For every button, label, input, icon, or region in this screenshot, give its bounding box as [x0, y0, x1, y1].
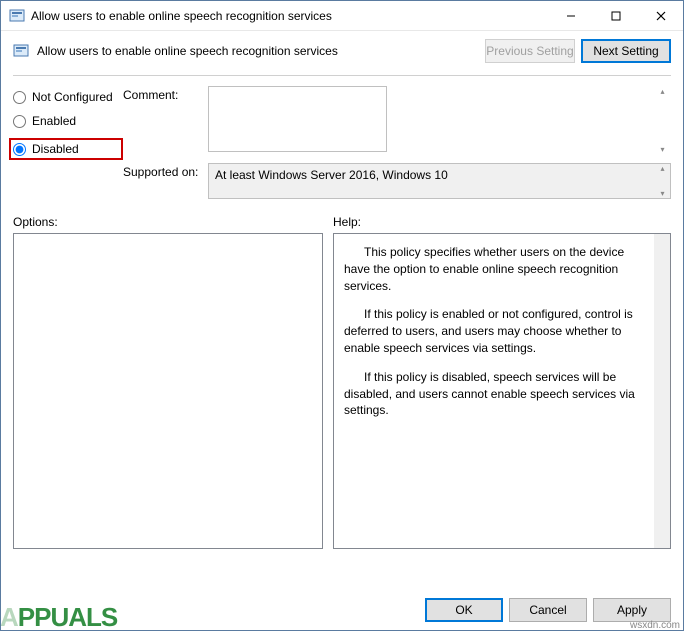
config-area: Not Configured Enabled Disabled Comment:… [1, 80, 683, 213]
ok-button[interactable]: OK [425, 598, 503, 622]
header-row: Allow users to enable online speech reco… [1, 31, 683, 75]
scroll-up-icon[interactable]: ▴ [655, 87, 670, 96]
previous-setting-button[interactable]: Previous Setting [485, 39, 575, 63]
help-paragraph-3: If this policy is disabled, speech servi… [344, 369, 642, 419]
window-title: Allow users to enable online speech reco… [31, 9, 548, 23]
titlebar: Allow users to enable online speech reco… [1, 1, 683, 31]
policy-editor-window: Allow users to enable online speech reco… [0, 0, 684, 631]
help-scrollbar[interactable] [654, 234, 670, 548]
supported-label: Supported on: [123, 163, 208, 199]
scroll-down-icon[interactable]: ▾ [655, 145, 670, 154]
policy-icon [13, 43, 29, 59]
options-label: Options: [13, 215, 333, 229]
radio-disabled[interactable]: Disabled [9, 138, 123, 160]
radio-enabled-input[interactable] [13, 115, 26, 128]
window-controls [548, 1, 683, 30]
radio-disabled-input[interactable] [13, 143, 26, 156]
scroll-down-icon[interactable]: ▾ [655, 189, 670, 198]
comment-label: Comment: [123, 86, 208, 155]
next-setting-button[interactable]: Next Setting [581, 39, 671, 63]
comment-row: Comment: ▴▾ [123, 86, 671, 155]
help-panel: This policy specifies whether users on t… [333, 233, 671, 549]
radio-disabled-label: Disabled [32, 142, 79, 156]
help-paragraph-2: If this policy is enabled or not configu… [344, 306, 642, 356]
app-icon [9, 8, 25, 24]
supported-on-value: At least Windows Server 2016, Windows 10 [208, 163, 671, 199]
radio-not-configured[interactable]: Not Configured [13, 90, 123, 104]
radio-enabled[interactable]: Enabled [13, 114, 123, 128]
fields-column: Comment: ▴▾ Supported on: At least Windo… [123, 86, 671, 207]
scroll-up-icon[interactable]: ▴ [655, 164, 670, 173]
radio-enabled-label: Enabled [32, 114, 76, 128]
supported-scroll[interactable]: ▴▾ [655, 164, 670, 198]
panels-row: This policy specifies whether users on t… [1, 233, 683, 557]
minimize-button[interactable] [548, 1, 593, 30]
policy-name: Allow users to enable online speech reco… [37, 44, 479, 58]
radio-not-configured-input[interactable] [13, 91, 26, 104]
state-radio-group: Not Configured Enabled Disabled [13, 86, 123, 207]
dialog-footer: OK Cancel Apply [1, 590, 683, 630]
supported-row: Supported on: At least Windows Server 20… [123, 163, 671, 199]
apply-button[interactable]: Apply [593, 598, 671, 622]
help-paragraph-1: This policy specifies whether users on t… [344, 244, 642, 294]
radio-not-configured-label: Not Configured [32, 90, 113, 104]
maximize-button[interactable] [593, 1, 638, 30]
comment-input[interactable] [208, 86, 387, 152]
divider [13, 75, 671, 76]
options-panel [13, 233, 323, 549]
section-labels: Options: Help: [1, 213, 683, 233]
cancel-button[interactable]: Cancel [509, 598, 587, 622]
comment-scroll[interactable]: ▴▾ [655, 87, 670, 154]
close-button[interactable] [638, 1, 683, 30]
help-label: Help: [333, 215, 361, 229]
